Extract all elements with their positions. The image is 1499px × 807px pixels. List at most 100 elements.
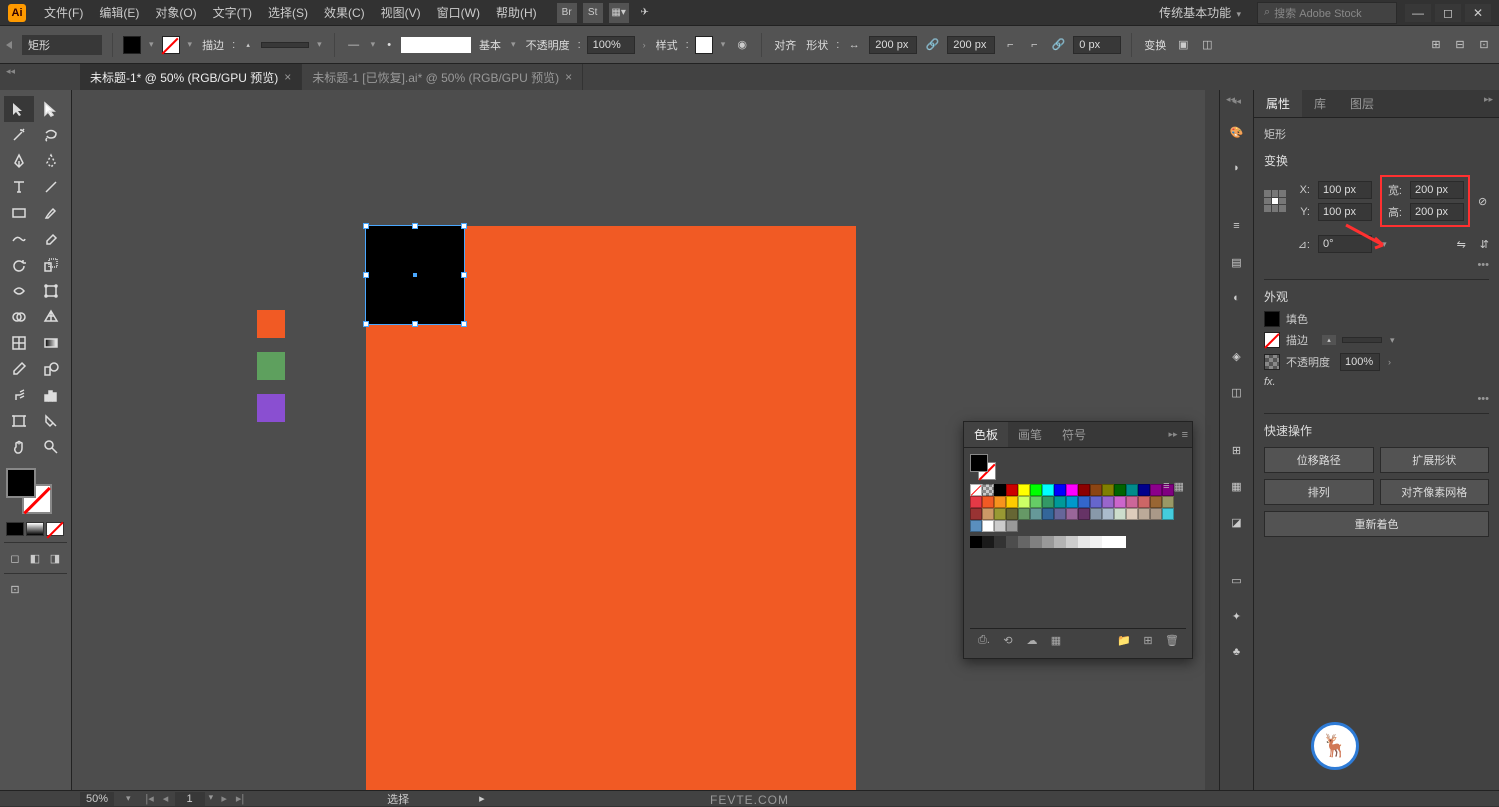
graphic-styles-icon[interactable]: ◫ [1226, 381, 1248, 403]
swatches-tab[interactable]: 色板 [964, 422, 1008, 447]
stroke-weight-field2[interactable] [1342, 337, 1382, 343]
stroke-weight-stepper[interactable]: ▴ [241, 40, 255, 50]
fill-swatch[interactable] [123, 36, 141, 54]
swatch-cell[interactable] [1066, 536, 1078, 548]
swatch-cell[interactable] [1018, 496, 1030, 508]
swatch-cell[interactable] [1126, 508, 1138, 520]
swatch-cell[interactable] [994, 484, 1006, 496]
swatch-cell[interactable] [1006, 536, 1018, 548]
tab-properties[interactable]: 属性 [1254, 90, 1302, 117]
swatch-options-icon[interactable]: ☁ [1024, 633, 1040, 649]
blend-tool[interactable] [36, 356, 66, 382]
swatch-cell[interactable] [1162, 496, 1174, 508]
fill-color[interactable] [6, 468, 36, 498]
list-view-icon[interactable]: ≡ [1163, 480, 1169, 493]
width-tool[interactable] [4, 278, 34, 304]
flip-v-icon[interactable]: ⇵ [1480, 238, 1489, 251]
align-pixel-button[interactable]: 对齐像素网格 [1380, 479, 1490, 505]
corner-icon[interactable]: ⌐ [1001, 36, 1019, 54]
line-tool[interactable] [36, 174, 66, 200]
window-minimize[interactable]: — [1405, 4, 1431, 22]
panel-collapse-icon[interactable]: ▸▸ [1169, 429, 1178, 441]
current-colors[interactable] [970, 454, 996, 480]
swatch-cell[interactable] [982, 496, 994, 508]
stroke-panel-icon[interactable]: ≡ [1226, 215, 1248, 237]
resize-handle[interactable] [363, 272, 369, 278]
scale-tool[interactable] [36, 252, 66, 278]
color-guide-icon[interactable]: ◗ [1226, 157, 1248, 179]
swatch-cell[interactable] [982, 520, 994, 532]
swatch-cell[interactable] [1114, 484, 1126, 496]
swatch-cell[interactable] [1054, 496, 1066, 508]
swatch-cell[interactable] [1090, 496, 1102, 508]
magic-wand-tool[interactable] [4, 122, 34, 148]
resize-handle[interactable] [412, 321, 418, 327]
panel-toggle-r1[interactable]: ◂◂ [1226, 94, 1235, 105]
new-swatch-icon[interactable]: ⊞ [1140, 633, 1156, 649]
swatch-cell[interactable] [1030, 508, 1042, 520]
slice-tool[interactable] [36, 408, 66, 434]
align-panel-icon[interactable]: ⊞ [1226, 439, 1248, 461]
artboard-number[interactable]: 1 [175, 792, 205, 806]
menu-help[interactable]: 帮助(H) [488, 0, 545, 25]
tab-libraries[interactable]: 库 [1302, 90, 1338, 117]
doc-tab-1[interactable]: 未标题-1* @ 50% (RGB/GPU 预览) × [80, 64, 302, 90]
recolor-button[interactable]: 重新着色 [1264, 511, 1489, 537]
swatch-row[interactable] [970, 484, 1186, 496]
menu-edit[interactable]: 编辑(E) [91, 0, 147, 25]
expand-shape-button[interactable]: 扩展形状 [1380, 447, 1490, 473]
menu-window[interactable]: 窗口(W) [429, 0, 488, 25]
color-controls[interactable] [6, 468, 52, 514]
swatch-cell[interactable] [1150, 484, 1162, 496]
swatch-cell[interactable] [1090, 484, 1102, 496]
opacity-field[interactable]: 100% [587, 36, 635, 54]
color-mode-solid[interactable] [6, 522, 24, 536]
transform-panel-icon[interactable]: ▦ [1226, 475, 1248, 497]
window-maximize[interactable]: ◻ [1435, 4, 1461, 22]
artboard-tool[interactable] [4, 408, 34, 434]
swatch-cell[interactable] [1078, 536, 1090, 548]
resize-handle[interactable] [363, 321, 369, 327]
swatch-cell[interactable] [1150, 508, 1162, 520]
swatch-cell[interactable] [982, 536, 994, 548]
swatch-cell[interactable] [1102, 496, 1114, 508]
reference-point[interactable] [1264, 190, 1286, 212]
isolate-icon[interactable]: ▣ [1174, 36, 1192, 54]
collapse-left-icon[interactable] [6, 41, 12, 49]
layout-icon-1[interactable]: ⊞ [1427, 36, 1445, 54]
swatch-cell[interactable] [1126, 496, 1138, 508]
stroke-swatch[interactable] [162, 36, 180, 54]
mini-orange-swatch[interactable] [257, 310, 285, 338]
selected-rectangle[interactable] [365, 225, 465, 325]
swatch-cell[interactable] [994, 508, 1006, 520]
magic-icon[interactable]: ✦ [1226, 605, 1248, 627]
swatch-cell[interactable] [1054, 508, 1066, 520]
zoom-level[interactable]: 50% [80, 792, 114, 806]
swatch-cell[interactable] [1006, 484, 1018, 496]
perspective-tool[interactable] [36, 304, 66, 330]
group-sel-icon[interactable]: ◫ [1198, 36, 1216, 54]
menu-effect[interactable]: 效果(C) [316, 0, 373, 25]
swatch-cell[interactable] [970, 496, 982, 508]
color-mode-none[interactable] [46, 522, 64, 536]
grid-view-icon[interactable]: ▦ [1174, 480, 1184, 493]
swatch-cell[interactable] [1090, 536, 1102, 548]
doc-tab-2[interactable]: 未标题-1 [已恢复].ai* @ 50% (RGB/GPU 预览) × [302, 64, 583, 90]
recolor-icon[interactable]: ◉ [733, 36, 751, 54]
color-group-icon[interactable]: ▦ [1048, 633, 1064, 649]
delete-swatch-icon[interactable]: 🗑 [1164, 633, 1180, 649]
swatch-libraries-icon[interactable]: ⎙. [976, 633, 992, 649]
swatch-cell[interactable] [1066, 508, 1078, 520]
column-graph-tool[interactable] [36, 382, 66, 408]
swatch-cell[interactable] [1030, 484, 1042, 496]
stroke-swatch2[interactable] [1264, 332, 1280, 348]
mini-purple-swatch[interactable] [257, 394, 285, 422]
more-options-icon[interactable]: ••• [1477, 393, 1489, 405]
swatch-cell[interactable] [970, 520, 982, 532]
swatch-cell[interactable] [1042, 508, 1054, 520]
resize-handle[interactable] [461, 223, 467, 229]
stroke-weight-field[interactable] [261, 42, 309, 48]
rectangle-tool[interactable] [4, 200, 34, 226]
swatch-cell[interactable] [1054, 536, 1066, 548]
swatch-cell[interactable] [970, 508, 982, 520]
